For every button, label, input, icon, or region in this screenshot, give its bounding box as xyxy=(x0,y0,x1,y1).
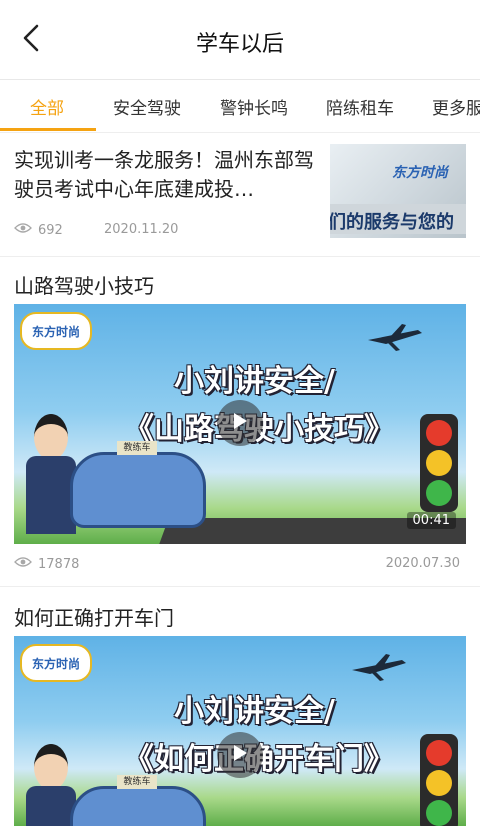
eye-icon xyxy=(14,222,32,238)
publish-date: 2020.07.30 xyxy=(385,556,460,571)
view-count: 692 xyxy=(14,222,63,238)
car-sign: 教练车 xyxy=(117,441,157,455)
view-count-value: 692 xyxy=(38,222,63,238)
thumb-caption: 们的服务与您的 xyxy=(330,212,454,233)
cartoon-car: 教练车 xyxy=(70,441,206,528)
active-tab-indicator xyxy=(0,128,96,131)
article-thumbnail: 东方时尚 们的服务与您的 xyxy=(330,144,466,238)
article-title: 实现训考一条龙服务！温州东部驾驶员考试中心年底建成投… xyxy=(14,148,314,201)
tab-all[interactable]: 全部 xyxy=(30,94,64,119)
tab-warning[interactable]: 警钟长鸣 xyxy=(220,94,288,119)
top-bar: 学车以后 xyxy=(0,0,480,80)
play-button[interactable] xyxy=(217,400,263,446)
eye-icon xyxy=(14,556,32,572)
view-count-value: 17878 xyxy=(38,556,80,572)
video-thumbnail[interactable]: 东方时尚 小刘讲安全/ 《如何正确开车门》 教练车 xyxy=(14,636,466,826)
page-title: 学车以后 xyxy=(195,32,284,57)
category-tabs: 全部 安全驾驶 警钟长鸣 陪练租车 更多服务 xyxy=(0,80,480,133)
tab-more-services[interactable]: 更多服务 xyxy=(432,94,480,119)
banner-line-1: 小刘讲安全/ xyxy=(174,694,335,729)
banner-line-1: 小刘讲安全/ xyxy=(174,364,335,399)
play-icon xyxy=(231,411,249,435)
view-count: 17878 xyxy=(14,556,79,572)
cartoon-car: 教练车 xyxy=(70,775,206,826)
thumb-logo: 东方时尚 xyxy=(392,165,448,181)
article-item[interactable]: 实现训考一条龙服务！温州东部驾驶员考试中心年底建成投… 东方时尚 们的服务与您的… xyxy=(0,132,480,257)
tab-safe-driving[interactable]: 安全驾驶 xyxy=(113,94,181,119)
airplane-icon xyxy=(368,324,422,351)
traffic-light xyxy=(420,414,458,512)
video-thumbnail[interactable]: 东方时尚 小刘讲安全/ 《山路驾驶小技巧》 教练车 00:41 xyxy=(14,304,466,544)
tab-practice-rental[interactable]: 陪练租车 xyxy=(326,94,394,119)
publish-date: 2020.11.20 xyxy=(104,222,179,237)
brand-logo: 东方时尚 xyxy=(20,312,92,350)
traffic-light xyxy=(420,734,458,826)
divider xyxy=(0,586,480,587)
car-sign: 教练车 xyxy=(117,775,157,789)
play-icon xyxy=(231,743,249,767)
brand-logo: 东方时尚 xyxy=(20,644,92,682)
video-duration: 00:41 xyxy=(406,512,456,529)
article-title: 山路驾驶小技巧 xyxy=(14,274,154,298)
article-title: 如何正确打开车门 xyxy=(14,606,174,630)
play-button[interactable] xyxy=(217,732,263,778)
airplane-icon xyxy=(352,654,406,681)
